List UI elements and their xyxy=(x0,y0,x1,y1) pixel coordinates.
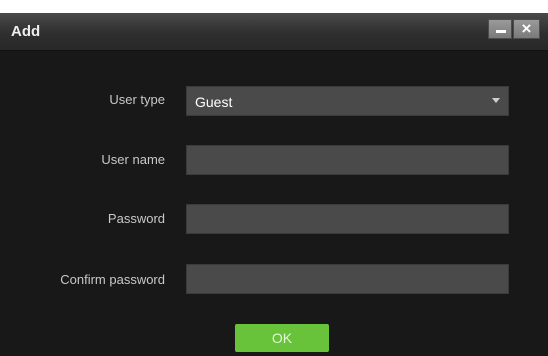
user-name-input[interactable] xyxy=(186,145,509,175)
confirm-password-input[interactable] xyxy=(186,264,509,294)
ok-button[interactable]: OK xyxy=(235,324,329,352)
user-type-label: User type xyxy=(109,92,165,107)
close-icon: × xyxy=(521,19,532,38)
add-user-dialog: Add × xyxy=(0,13,548,356)
user-type-select[interactable]: Guest xyxy=(186,86,509,116)
password-input[interactable] xyxy=(186,204,509,234)
minimize-icon xyxy=(496,30,506,33)
chevron-down-icon xyxy=(492,98,500,103)
user-type-value: Guest xyxy=(195,94,233,110)
password-label: Password xyxy=(107,211,165,226)
close-button[interactable]: × xyxy=(513,19,540,39)
dialog-title: Add xyxy=(11,23,41,40)
user-name-label: User name xyxy=(101,152,165,167)
dialog-titlebar[interactable]: Add × xyxy=(0,13,548,51)
minimize-button[interactable] xyxy=(488,19,512,39)
confirm-password-label: Confirm password xyxy=(60,272,165,287)
